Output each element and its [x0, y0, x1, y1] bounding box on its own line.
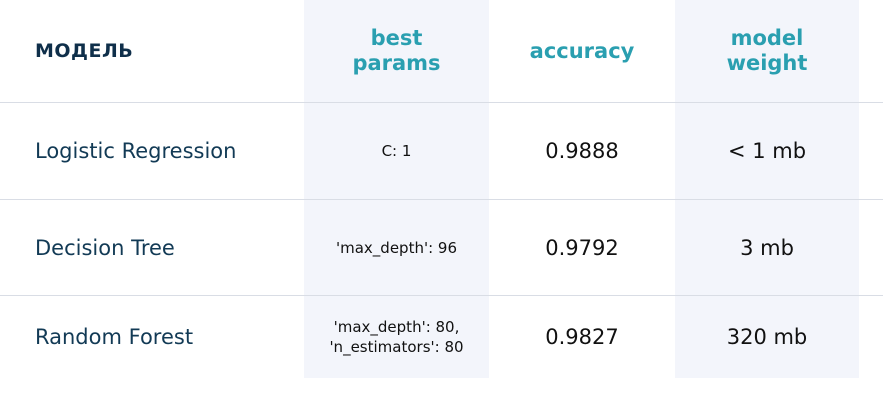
row-model-weight: < 1 mb	[727, 139, 807, 163]
header-best-params: best params	[304, 0, 489, 102]
header-best-params-label: best params	[352, 26, 441, 75]
row-model-weight: 3 mb	[740, 235, 794, 260]
row-model-name: Logistic Regression	[35, 139, 237, 163]
header-model-weight: model weight	[675, 0, 859, 102]
row-best-params: C: 1	[381, 142, 412, 160]
header-model-weight-label: model weight	[726, 26, 808, 75]
row-accuracy: 0.9827	[545, 325, 619, 349]
header-accuracy: accuracy	[489, 0, 675, 102]
row-accuracy: 0.9888	[545, 139, 619, 163]
model-comparison-table: МОДЕЛЬ best params accuracy model weight…	[0, 0, 883, 405]
row-model-name: Decision Tree	[35, 235, 175, 260]
row-model-name: Random Forest	[35, 325, 194, 349]
header-model: МОДЕЛЬ	[35, 40, 134, 62]
row-accuracy: 0.9792	[545, 235, 619, 260]
header-accuracy-label: accuracy	[529, 38, 635, 63]
row-model-weight: 320 mb	[726, 325, 808, 349]
row-best-params: 'max_depth': 80, 'n_estimators': 80	[329, 318, 464, 356]
row-best-params: 'max_depth': 96	[336, 238, 457, 257]
